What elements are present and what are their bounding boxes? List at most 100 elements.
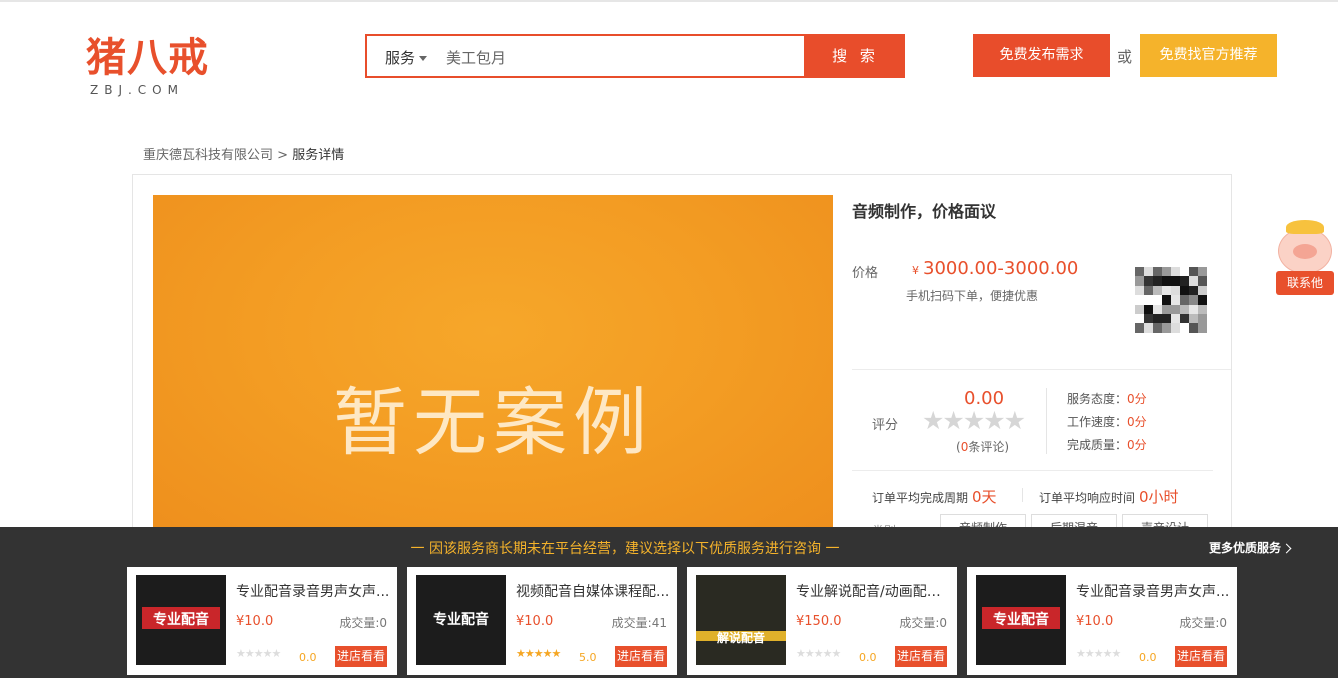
- search-bar: 服务 搜 索: [365, 34, 905, 78]
- review-count-suffix: 条评论): [968, 440, 1010, 454]
- qr-code: [1135, 267, 1207, 333]
- recommend-message: 一 因该服务商长期未在平台经营，建议选择以下优质服务进行咨询 一: [410, 541, 840, 557]
- post-demand-button[interactable]: 免费发布需求: [973, 34, 1110, 77]
- response-value: 0小时: [1139, 488, 1179, 506]
- more-services-link[interactable]: 更多优质服务: [1209, 539, 1292, 556]
- qr-cell: [1162, 295, 1171, 305]
- visit-shop-button[interactable]: 进店看看: [895, 646, 947, 667]
- metric-label: 服务态度：: [1067, 392, 1128, 406]
- or-text: 或: [1117, 48, 1133, 66]
- qr-cell: [1144, 304, 1153, 314]
- item-stars: ★★★★★: [236, 647, 281, 660]
- qr-cell: [1180, 295, 1189, 305]
- qr-cell: [1162, 313, 1171, 324]
- qr-cell: [1162, 323, 1171, 333]
- search-button[interactable]: 搜 索: [806, 34, 905, 78]
- top-divider: [0, 0, 1338, 2]
- item-rating: 0.0: [859, 651, 877, 664]
- qr-cell: [1162, 304, 1171, 314]
- divider: [852, 470, 1213, 471]
- chevron-right-icon: [1281, 543, 1292, 554]
- price-hint: 手机扫码下单，便捷优惠: [906, 289, 1039, 303]
- qr-cell: [1198, 304, 1207, 314]
- item-price: ¥10.0: [516, 614, 554, 629]
- avg-complete-cycle: 订单平均完成周期 0天: [872, 486, 997, 507]
- recommend-item[interactable]: 解说配音 专业解说配音/动画配音... ¥150.0 成交量:0 ★★★★★ 0…: [687, 567, 957, 675]
- price-value: 3000.00-3000.00: [923, 258, 1079, 279]
- item-rating: 5.0: [579, 651, 597, 664]
- contact-him-button[interactable]: 联系他: [1276, 271, 1334, 295]
- qr-cell: [1189, 276, 1198, 286]
- mascot-nose-icon: [1293, 244, 1317, 259]
- qr-cell: [1198, 267, 1207, 277]
- qr-cell: [1171, 304, 1180, 314]
- logo-chinese-text: 猪八戒: [86, 35, 209, 81]
- review-count[interactable]: (0条评论): [956, 438, 1009, 455]
- no-case-text: 暂无案例: [333, 380, 653, 466]
- item-deals: 成交量:0: [899, 616, 947, 630]
- contact-float-widget[interactable]: 联系他: [1272, 216, 1338, 316]
- rating-stars: ★★★★★: [922, 406, 1026, 435]
- visit-shop-button[interactable]: 进店看看: [335, 646, 387, 667]
- metric-quality: 完成质量：0分: [1067, 436, 1147, 453]
- price-currency: ¥: [912, 264, 919, 277]
- official-recommend-button[interactable]: 免费找官方推荐: [1140, 34, 1277, 77]
- cycle-value: 0天: [972, 488, 997, 506]
- search-box: 服务: [365, 34, 806, 78]
- visit-shop-button[interactable]: 进店看看: [1175, 646, 1227, 667]
- qr-cell: [1153, 304, 1162, 314]
- item-deals: 成交量:0: [1179, 616, 1227, 630]
- qr-cell: [1171, 285, 1180, 296]
- qr-cell: [1171, 295, 1180, 305]
- breadcrumb-shop-link[interactable]: 重庆德瓦科技有限公司: [143, 148, 273, 163]
- avg-response-time: 订单平均响应时间 0小时: [1039, 486, 1179, 507]
- qr-cell: [1189, 313, 1198, 324]
- item-title[interactable]: 专业解说配音/动画配音...: [796, 581, 950, 601]
- visit-shop-button[interactable]: 进店看看: [615, 646, 667, 667]
- thumb-text: 专业配音: [993, 612, 1049, 628]
- zbj-logo[interactable]: 猪八戒 ZBJ.COM: [86, 34, 210, 98]
- qr-cell: [1198, 323, 1207, 333]
- qr-cell: [1135, 295, 1144, 305]
- qr-cell: [1144, 276, 1153, 286]
- recommend-item[interactable]: 专业配音 专业配音录音男声女声... ¥10.0 成交量:0 ★★★★★ 0.0…: [967, 567, 1237, 675]
- logo-domain-text: ZBJ.COM: [90, 83, 184, 97]
- search-input[interactable]: [446, 45, 786, 69]
- breadcrumb-current: 服务详情: [292, 148, 345, 163]
- item-title[interactable]: 视频配音自媒体课程配...: [516, 581, 670, 601]
- vertical-divider: [1022, 488, 1023, 502]
- item-thumbnail: 专业配音: [416, 575, 506, 665]
- search-type-label: 服务: [385, 49, 416, 67]
- qr-cell: [1189, 285, 1198, 296]
- item-title[interactable]: 专业配音录音男声女声...: [1076, 581, 1230, 601]
- qr-cell: [1153, 323, 1162, 333]
- qr-cell: [1144, 267, 1153, 277]
- qr-cell: [1180, 276, 1189, 286]
- qr-cell: [1153, 313, 1162, 324]
- qr-cell: [1171, 276, 1180, 286]
- qr-cell: [1162, 276, 1171, 286]
- cycle-label: 订单平均完成周期: [872, 491, 969, 505]
- item-price: ¥150.0: [796, 614, 842, 629]
- divider: [852, 369, 1231, 370]
- qr-cell: [1180, 313, 1189, 324]
- qr-cell: [1171, 267, 1180, 277]
- thumb-text: 专业配音: [153, 612, 209, 628]
- metric-label: 工作速度：: [1067, 415, 1128, 429]
- search-type-dropdown[interactable]: 服务: [385, 47, 428, 68]
- qr-cell: [1135, 267, 1144, 277]
- qr-cell: [1198, 295, 1207, 305]
- thumb-text: 专业配音: [433, 612, 489, 628]
- qr-cell: [1198, 313, 1207, 324]
- mascot-hat-icon: [1286, 220, 1324, 234]
- price: ¥3000.00-3000.00: [912, 258, 1078, 279]
- chevron-down-icon: [419, 56, 428, 61]
- recommend-item[interactable]: 专业配音 视频配音自媒体课程配... ¥10.0 成交量:41 ★★★★★ 5.…: [407, 567, 677, 675]
- recommend-item[interactable]: 专业配音 专业配音录音男声女声... ¥10.0 成交量:0 ★★★★★ 0.0…: [127, 567, 397, 675]
- metric-label: 完成质量：: [1067, 438, 1128, 452]
- item-title[interactable]: 专业配音录音男声女声...: [236, 581, 390, 601]
- item-thumbnail: 专业配音: [976, 575, 1066, 665]
- qr-cell: [1135, 276, 1144, 286]
- qr-cell: [1153, 285, 1162, 296]
- item-deals: 成交量:41: [611, 616, 667, 630]
